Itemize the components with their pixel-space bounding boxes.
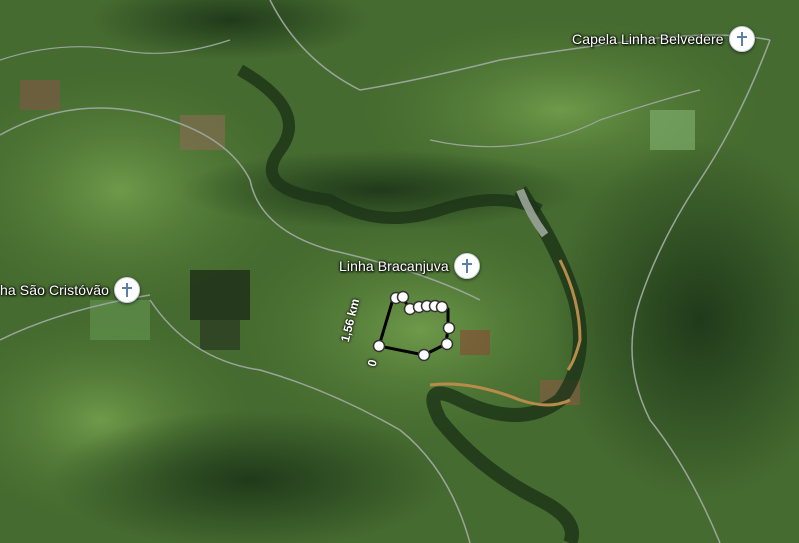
- place-linha-bracanjuva[interactable]: Linha Bracanjuva: [339, 253, 480, 279]
- measurement-point[interactable]: [372, 339, 386, 353]
- place-label: Capela Linha Belvedere: [572, 31, 724, 47]
- measurement-point[interactable]: [396, 290, 410, 304]
- place-label: Linha Bracanjuva: [339, 258, 449, 274]
- measurement-point[interactable]: [442, 321, 456, 335]
- church-icon[interactable]: [453, 253, 480, 279]
- place-label: ha São Cristóvão: [0, 282, 109, 298]
- church-icon[interactable]: [728, 26, 755, 52]
- measurement-point[interactable]: [440, 337, 454, 351]
- measurement-point[interactable]: [417, 348, 431, 362]
- measurement-point[interactable]: [435, 300, 449, 314]
- place-capela-linha-belvedere[interactable]: Capela Linha Belvedere: [572, 26, 755, 52]
- church-icon[interactable]: [114, 277, 140, 303]
- place-linha-sao-cristovao[interactable]: ha São Cristóvão: [0, 277, 140, 303]
- satellite-map[interactable]: 1,56 km 0 Capela Linha Belvedere Linha B…: [0, 0, 799, 543]
